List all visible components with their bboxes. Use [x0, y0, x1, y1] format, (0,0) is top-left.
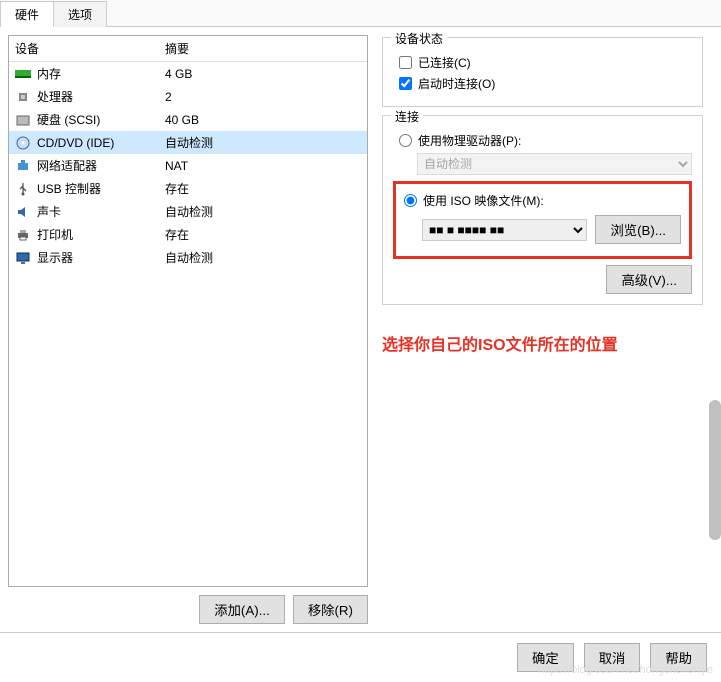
cancel-button[interactable]: 取消 [584, 643, 641, 672]
usb-icon [15, 181, 31, 197]
tab-options[interactable]: 选项 [53, 1, 107, 27]
device-name: USB 控制器 [37, 180, 165, 197]
device-name: 处理器 [37, 88, 165, 105]
device-name: CD/DVD (IDE) [37, 136, 165, 150]
printer-icon [15, 227, 31, 243]
connect-on-power-label: 启动时连接(O) [418, 75, 495, 92]
device-status-group: 设备状态 已连接(C) 启动时连接(O) [382, 37, 703, 107]
physical-drive-row[interactable]: 使用物理驱动器(P): [399, 132, 692, 149]
device-row[interactable]: 内存4 GB [9, 62, 367, 85]
scrollbar-thumb[interactable] [709, 400, 721, 540]
tab-bar: 硬件 选项 [0, 0, 721, 27]
instruction-annotation: 选择你自己的ISO文件所在的位置 [382, 331, 703, 355]
device-row[interactable]: 处理器2 [9, 85, 367, 108]
help-button[interactable]: 帮助 [650, 643, 707, 672]
device-summary: 自动检测 [165, 203, 213, 220]
device-row[interactable]: 打印机存在 [9, 223, 367, 246]
device-summary: 存在 [165, 180, 189, 197]
device-summary: 4 GB [165, 67, 192, 81]
device-list: 设备 摘要 内存4 GB处理器2硬盘 (SCSI)40 GBCD/DVD (ID… [8, 35, 368, 587]
browse-button[interactable]: 浏览(B)... [595, 215, 681, 244]
device-summary: 2 [165, 90, 172, 104]
iso-radio[interactable] [404, 194, 417, 207]
device-name: 网络适配器 [37, 157, 165, 174]
col-device: 设备 [15, 40, 165, 57]
device-row[interactable]: 显示器自动检测 [9, 246, 367, 269]
tab-hardware[interactable]: 硬件 [0, 1, 54, 27]
device-row[interactable]: 声卡自动检测 [9, 200, 367, 223]
device-name: 显示器 [37, 249, 165, 266]
device-row[interactable]: 硬盘 (SCSI)40 GB [9, 108, 367, 131]
device-row[interactable]: USB 控制器存在 [9, 177, 367, 200]
device-summary: 自动检测 [165, 249, 213, 266]
display-icon [15, 250, 31, 266]
device-status-title: 设备状态 [391, 30, 447, 47]
iso-highlight: 使用 ISO 映像文件(M): ■■ ■ ■■■■ ■■ 浏览(B)... [393, 181, 692, 259]
ok-button[interactable]: 确定 [517, 643, 574, 672]
device-summary: 40 GB [165, 113, 199, 127]
disk-icon [15, 112, 31, 128]
cd-icon [15, 135, 31, 151]
connected-checkbox[interactable] [399, 56, 412, 69]
iso-path-select[interactable]: ■■ ■ ■■■■ ■■ [422, 219, 587, 241]
remove-button[interactable]: 移除(R) [293, 595, 368, 624]
device-name: 内存 [37, 65, 165, 82]
physical-drive-radio[interactable] [399, 134, 412, 147]
connection-title: 连接 [391, 108, 423, 125]
connect-on-power-row[interactable]: 启动时连接(O) [399, 75, 692, 92]
device-summary: NAT [165, 159, 188, 173]
device-row[interactable]: CD/DVD (IDE)自动检测 [9, 131, 367, 154]
device-row[interactable]: 网络适配器NAT [9, 154, 367, 177]
add-button[interactable]: 添加(A)... [199, 595, 285, 624]
device-summary: 自动检测 [165, 134, 213, 151]
connection-group: 连接 使用物理驱动器(P): 自动检测 使用 ISO 映像文件(M): [382, 115, 703, 305]
device-name: 硬盘 (SCSI) [37, 111, 165, 128]
device-name: 打印机 [37, 226, 165, 243]
device-name: 声卡 [37, 203, 165, 220]
physical-drive-select[interactable]: 自动检测 [417, 153, 692, 175]
sound-icon [15, 204, 31, 220]
device-list-header: 设备 摘要 [9, 36, 367, 62]
cpu-icon [15, 89, 31, 105]
physical-drive-label: 使用物理驱动器(P): [418, 132, 521, 149]
network-icon [15, 158, 31, 174]
connected-row[interactable]: 已连接(C) [399, 54, 692, 71]
dialog-footer: 确定 取消 帮助 https://blog.csdn.net/hongchens… [0, 632, 721, 682]
connected-label: 已连接(C) [418, 54, 471, 71]
advanced-button[interactable]: 高级(V)... [606, 265, 692, 294]
iso-label: 使用 ISO 映像文件(M): [423, 192, 544, 209]
device-summary: 存在 [165, 226, 189, 243]
iso-row[interactable]: 使用 ISO 映像文件(M): [404, 192, 681, 209]
memory-icon [15, 66, 31, 82]
col-summary: 摘要 [165, 40, 189, 57]
connect-on-power-checkbox[interactable] [399, 77, 412, 90]
